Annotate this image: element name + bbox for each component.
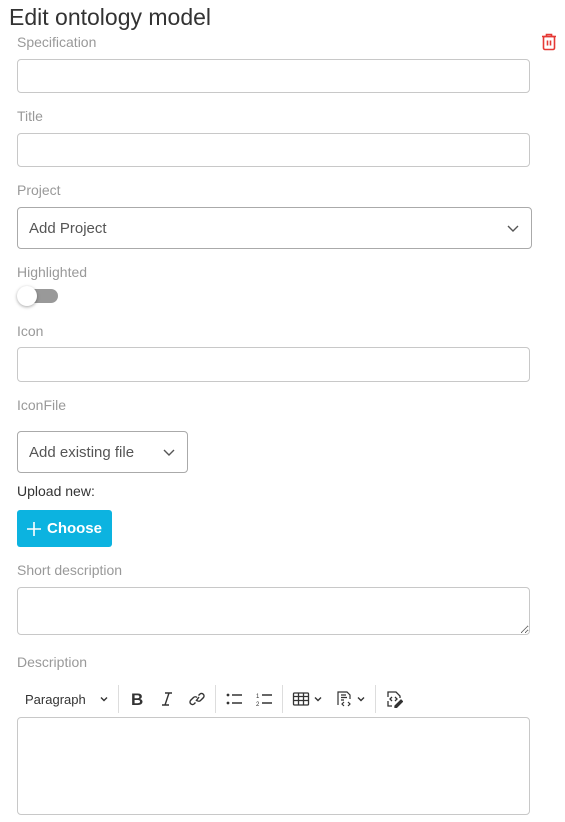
- link-icon: [189, 692, 205, 706]
- choose-file-label: Choose: [46, 520, 102, 537]
- table-icon: [292, 692, 309, 706]
- insert-code-block-button[interactable]: [329, 684, 372, 714]
- italic-button[interactable]: [152, 684, 182, 714]
- project-select[interactable]: Add Project: [17, 207, 532, 249]
- code-block-icon: [337, 691, 351, 707]
- link-button[interactable]: [182, 684, 212, 714]
- chevron-down-icon: [314, 697, 322, 702]
- svg-text:B: B: [131, 690, 143, 708]
- title-input[interactable]: [17, 133, 530, 167]
- bold-button[interactable]: B: [122, 684, 152, 714]
- chevron-down-icon: [357, 697, 365, 702]
- plus-icon: [26, 521, 41, 536]
- numbered-list-button[interactable]: 1 2: [249, 684, 279, 714]
- chevron-down-icon: [507, 225, 519, 232]
- svg-text:2: 2: [256, 702, 260, 708]
- choose-file-button[interactable]: Choose: [17, 510, 112, 547]
- description-editor[interactable]: [17, 717, 530, 815]
- insert-table-button[interactable]: [286, 684, 329, 714]
- existing-file-select[interactable]: Add existing file: [17, 431, 188, 473]
- short-description-textarea[interactable]: [17, 587, 530, 635]
- source-editing-button[interactable]: [379, 684, 409, 714]
- toolbar-divider: [117, 685, 119, 713]
- chevron-down-icon: [100, 697, 108, 702]
- project-label: Project: [17, 182, 61, 198]
- icon-label: Icon: [17, 323, 44, 339]
- bulleted-list-button[interactable]: [219, 684, 249, 714]
- toggle-knob: [17, 286, 37, 306]
- bold-icon: B: [131, 690, 143, 708]
- upload-new-label: Upload new:: [17, 483, 95, 499]
- page-title: Edit ontology model: [9, 4, 212, 30]
- specification-input[interactable]: [17, 59, 530, 93]
- toolbar-divider: [374, 685, 376, 713]
- project-select-value: Add Project: [29, 219, 107, 237]
- trash-icon[interactable]: [541, 33, 557, 51]
- description-label: Description: [17, 654, 88, 670]
- heading-select[interactable]: Paragraph: [17, 684, 115, 714]
- bulleted-list-icon: [226, 693, 242, 705]
- iconfile-label: IconFile: [17, 397, 67, 413]
- numbered-list-icon: 1 2: [256, 694, 272, 708]
- svg-text:1: 1: [256, 694, 260, 700]
- chevron-down-icon: [163, 449, 175, 456]
- short-description-label: Short description: [17, 562, 123, 578]
- highlighted-toggle[interactable]: [17, 286, 59, 306]
- icon-input[interactable]: [17, 347, 530, 382]
- italic-icon: [161, 692, 172, 706]
- toolbar-divider: [281, 685, 283, 713]
- specification-label: Specification: [17, 34, 97, 50]
- heading-select-value: Paragraph: [25, 691, 86, 707]
- existing-file-select-value: Add existing file: [29, 443, 135, 461]
- source-edit-icon: [387, 691, 403, 708]
- highlighted-label: Highlighted: [17, 264, 88, 280]
- editor-toolbar: Paragraph B 1 2: [17, 682, 530, 716]
- title-label: Title: [17, 108, 43, 124]
- toolbar-divider: [214, 685, 216, 713]
